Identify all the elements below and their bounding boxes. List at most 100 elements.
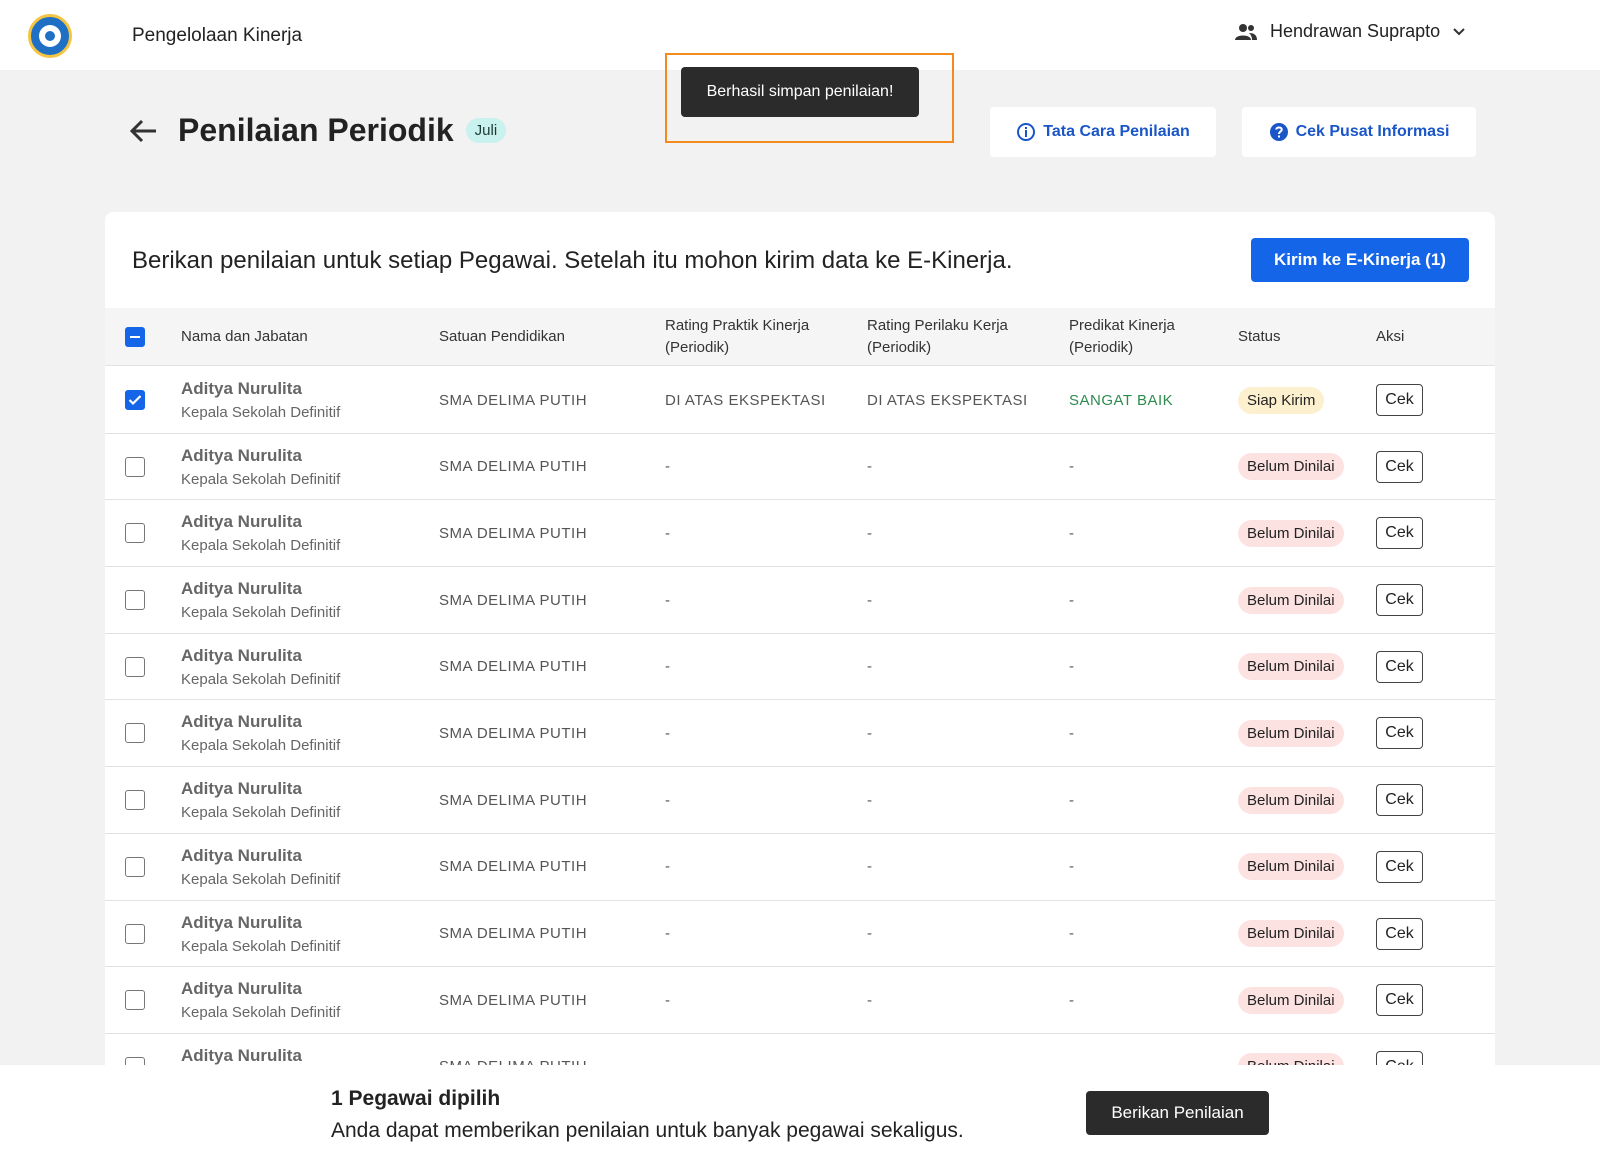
- table-row: Aditya Nurulita Kepala Sekolah Definitif S…: [105, 767, 1495, 834]
- page-header: Penilaian Periodik Juli: [128, 112, 507, 149]
- row-checkbox[interactable]: [125, 656, 145, 677]
- employee-role: Kepala Sekolah Definitif: [181, 470, 341, 488]
- praktik-cell: -: [665, 500, 670, 566]
- aksi-cell: Cek: [1376, 901, 1423, 967]
- name-cell: Aditya Nurulita Kepala Sekolah Definitif: [181, 901, 340, 967]
- satuan-value: SMA DELIMA PUTIH: [439, 991, 588, 1009]
- row-checkbox[interactable]: [125, 723, 145, 744]
- perilaku-cell: -: [867, 967, 872, 1033]
- tata-cara-label: Tata Cara Penilaian: [1043, 123, 1190, 140]
- kirim-e-kinerja-button[interactable]: Kirim ke E-Kinerja (1): [1251, 238, 1469, 282]
- cek-button[interactable]: Cek: [1376, 784, 1423, 817]
- header-praktik: Rating Praktik Kinerja (Periodik): [665, 308, 809, 366]
- aksi-cell: Cek: [1376, 767, 1423, 833]
- row-checkbox[interactable]: [125, 990, 145, 1011]
- selection-footer: 1 Pegawai dipilih Anda dapat memberikan …: [0, 1065, 1600, 1162]
- header-perilaku: Rating Perilaku Kerja (Periodik): [867, 308, 1008, 366]
- header-perilaku-line2: (Periodik): [867, 339, 932, 356]
- satuan-cell: SMA DELIMA PUTIH: [439, 767, 587, 833]
- header-predikat-line2: (Periodik): [1069, 339, 1134, 356]
- praktik-cell: -: [665, 434, 670, 500]
- satuan-value: SMA DELIMA PUTIH: [439, 524, 588, 542]
- header-checkbox-cell: [125, 308, 145, 366]
- row-checkbox-cell: [125, 767, 145, 833]
- satuan-value: SMA DELIMA PUTIH: [439, 791, 588, 809]
- row-checkbox[interactable]: [125, 590, 145, 611]
- row-checkbox[interactable]: [125, 456, 145, 477]
- praktik-value: -: [665, 724, 670, 742]
- tata-cara-button[interactable]: Tata Cara Penilaian: [990, 107, 1216, 157]
- perilaku-cell: -: [867, 567, 872, 633]
- table-row: Aditya Nurulita Kepala Sekolah Definitif S…: [105, 700, 1495, 768]
- row-checkbox-cell: [125, 634, 145, 700]
- berikan-penilaian-button[interactable]: Berikan Penilaian: [1086, 1091, 1269, 1135]
- table-row: Aditya Nurulita Kepala Sekolah Definitif S…: [105, 634, 1495, 701]
- row-checkbox[interactable]: [125, 923, 145, 944]
- perilaku-value: DI ATAS EKSPEKTASI: [867, 391, 1028, 409]
- status-cell: Belum Dinilai: [1238, 700, 1344, 766]
- satuan-cell: SMA DELIMA PUTIH: [439, 834, 587, 900]
- employee-name: Aditya Nurulita: [181, 912, 302, 932]
- status-cell: Siap Kirim: [1238, 367, 1325, 433]
- aksi-cell: Cek: [1376, 967, 1423, 1033]
- row-checkbox-cell: [125, 434, 145, 500]
- employee-role: Kepala Sekolah Definitif: [181, 804, 341, 822]
- row-checkbox-cell: [125, 567, 145, 633]
- app-title: Pengelolaan Kinerja: [132, 25, 303, 46]
- row-checkbox[interactable]: [125, 390, 145, 410]
- employee-name: Aditya Nurulita: [181, 779, 302, 799]
- employee-role: Kepala Sekolah Definitif: [181, 404, 341, 421]
- row-checkbox[interactable]: [125, 523, 145, 544]
- predikat-cell: -: [1069, 434, 1074, 500]
- users-icon: [1235, 23, 1257, 40]
- cek-button[interactable]: Cek: [1376, 450, 1423, 483]
- header-name: Nama dan Jabatan: [181, 328, 308, 346]
- logo-icon[interactable]: [28, 14, 72, 58]
- perilaku-cell: -: [867, 901, 872, 967]
- status-cell: Belum Dinilai: [1238, 634, 1344, 700]
- table-header: Nama dan Jabatan Satuan Pendidikan Ratin…: [105, 308, 1495, 366]
- employee-name: Aditya Nurulita: [181, 845, 302, 865]
- assessment-card: Berikan penilaian untuk setiap Pegawai. …: [105, 212, 1495, 1082]
- cek-button[interactable]: Cek: [1376, 850, 1423, 883]
- cek-button[interactable]: Cek: [1376, 584, 1423, 617]
- select-all-checkbox[interactable]: [125, 327, 145, 347]
- predikat-value: SANGAT BAIK: [1069, 391, 1174, 409]
- predikat-value: -: [1069, 658, 1074, 676]
- arrow-left-icon[interactable]: [128, 115, 160, 147]
- perilaku-value: -: [867, 858, 872, 876]
- employee-role: Kepala Sekolah Definitif: [181, 870, 341, 888]
- check-icon: [128, 395, 142, 406]
- employee-name: Aditya Nurulita: [181, 445, 302, 465]
- row-checkbox[interactable]: [125, 790, 145, 811]
- praktik-cell: -: [665, 700, 670, 766]
- name-cell: Aditya Nurulita Kepala Sekolah Definitif: [181, 500, 340, 566]
- status-cell: Belum Dinilai: [1238, 500, 1344, 566]
- predikat-cell: -: [1069, 500, 1074, 566]
- name-cell: Aditya Nurulita Kepala Sekolah Definitif: [181, 967, 340, 1033]
- employee-role: Kepala Sekolah Definitif: [181, 1004, 341, 1022]
- satuan-cell: SMA DELIMA PUTIH: [439, 700, 587, 766]
- satuan-cell: SMA DELIMA PUTIH: [439, 634, 587, 700]
- user-menu[interactable]: Hendrawan Suprapto: [1234, 21, 1466, 42]
- satuan-cell: SMA DELIMA PUTIH: [439, 567, 587, 633]
- cek-button[interactable]: Cek: [1376, 917, 1423, 950]
- cek-button[interactable]: Cek: [1376, 650, 1423, 683]
- satuan-cell: SMA DELIMA PUTIH: [439, 434, 587, 500]
- cek-button[interactable]: Cek: [1376, 717, 1423, 750]
- cek-button[interactable]: Cek: [1376, 517, 1423, 550]
- status-badge: Belum Dinilai: [1238, 786, 1344, 814]
- satuan-cell: SMA DELIMA PUTIH: [439, 500, 587, 566]
- table-row: Aditya Nurulita Kepala Sekolah Definitif S…: [105, 500, 1495, 568]
- aksi-cell: Cek: [1376, 634, 1423, 700]
- cek-pusat-informasi-button[interactable]: Cek Pusat Informasi: [1242, 107, 1476, 157]
- row-checkbox[interactable]: [125, 856, 145, 877]
- status-badge: Belum Dinilai: [1238, 453, 1344, 481]
- name-cell: Aditya Nurulita Kepala Sekolah Definitif: [181, 767, 340, 833]
- cek-button[interactable]: Cek: [1376, 384, 1423, 416]
- perilaku-cell: -: [867, 700, 872, 766]
- perilaku-value: -: [867, 724, 872, 742]
- cek-button[interactable]: Cek: [1376, 984, 1423, 1017]
- satuan-value: SMA DELIMA PUTIH: [439, 658, 588, 676]
- row-checkbox-cell: [125, 901, 145, 967]
